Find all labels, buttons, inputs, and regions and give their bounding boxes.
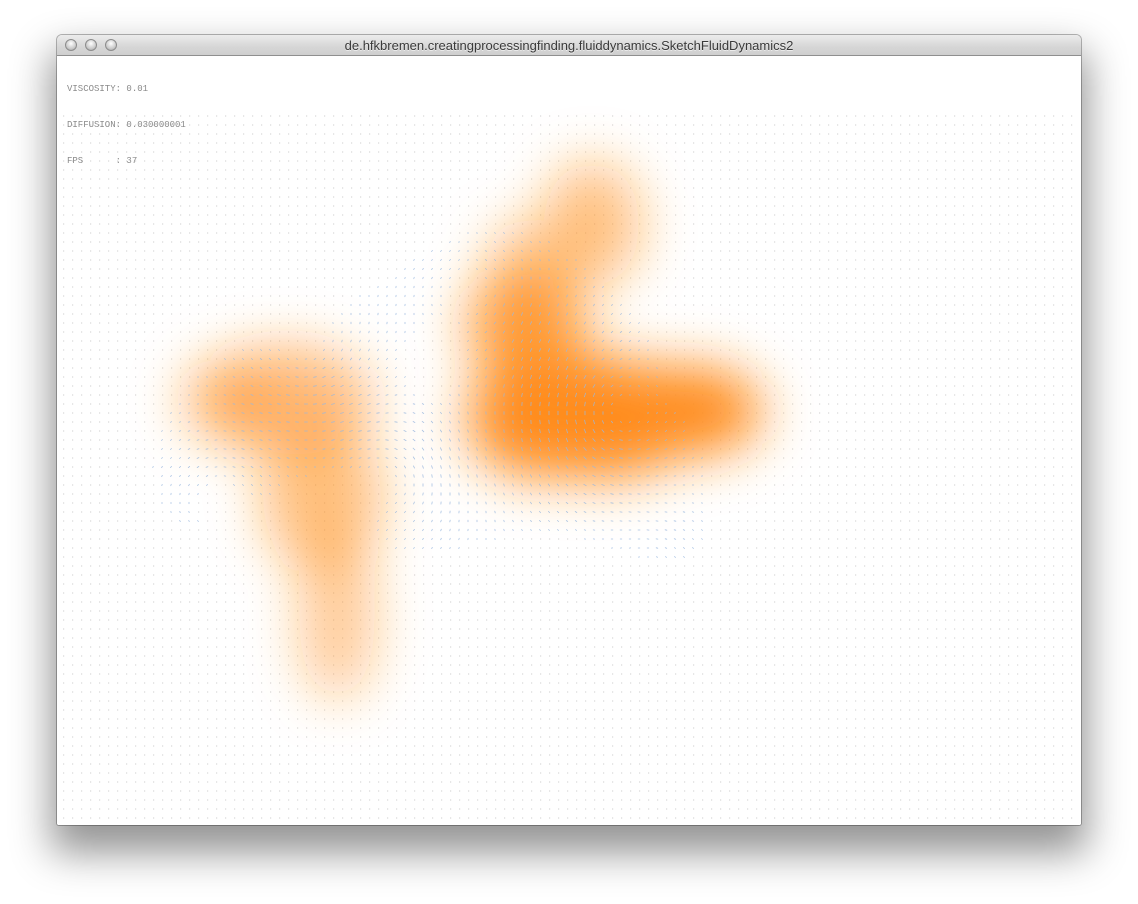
fps-label: FPS — [67, 156, 84, 166]
viscosity-value: 0.01 — [126, 84, 149, 94]
density-blob-left — [182, 346, 382, 701]
fps-value: 37 — [126, 156, 138, 166]
title-bar[interactable]: de.hfkbremen.creatingprocessingfinding.f… — [57, 35, 1081, 56]
app-window: de.hfkbremen.creatingprocessingfinding.f… — [57, 35, 1081, 825]
diffusion-label: DIFFUSION — [67, 120, 116, 130]
sketch-canvas[interactable]: VISCOSITY: 0.01 DIFFUSION: 0.030000001 F… — [57, 56, 1081, 825]
diffusion-value: 0.030000001 — [126, 120, 186, 130]
hud-diffusion: DIFFUSION: 0.030000001 — [67, 120, 186, 130]
window-title: de.hfkbremen.creatingprocessingfinding.f… — [344, 38, 794, 53]
viscosity-label: VISCOSITY — [67, 84, 116, 94]
hud-viscosity: VISCOSITY: 0.01 — [67, 84, 149, 94]
fluid-simulation-view — [63, 115, 1073, 819]
simulation-hud: VISCOSITY: 0.01 DIFFUSION: 0.030000001 F… — [67, 59, 186, 191]
hud-fps: FPS : 37 — [67, 156, 138, 166]
density-blob-main — [467, 162, 762, 480]
